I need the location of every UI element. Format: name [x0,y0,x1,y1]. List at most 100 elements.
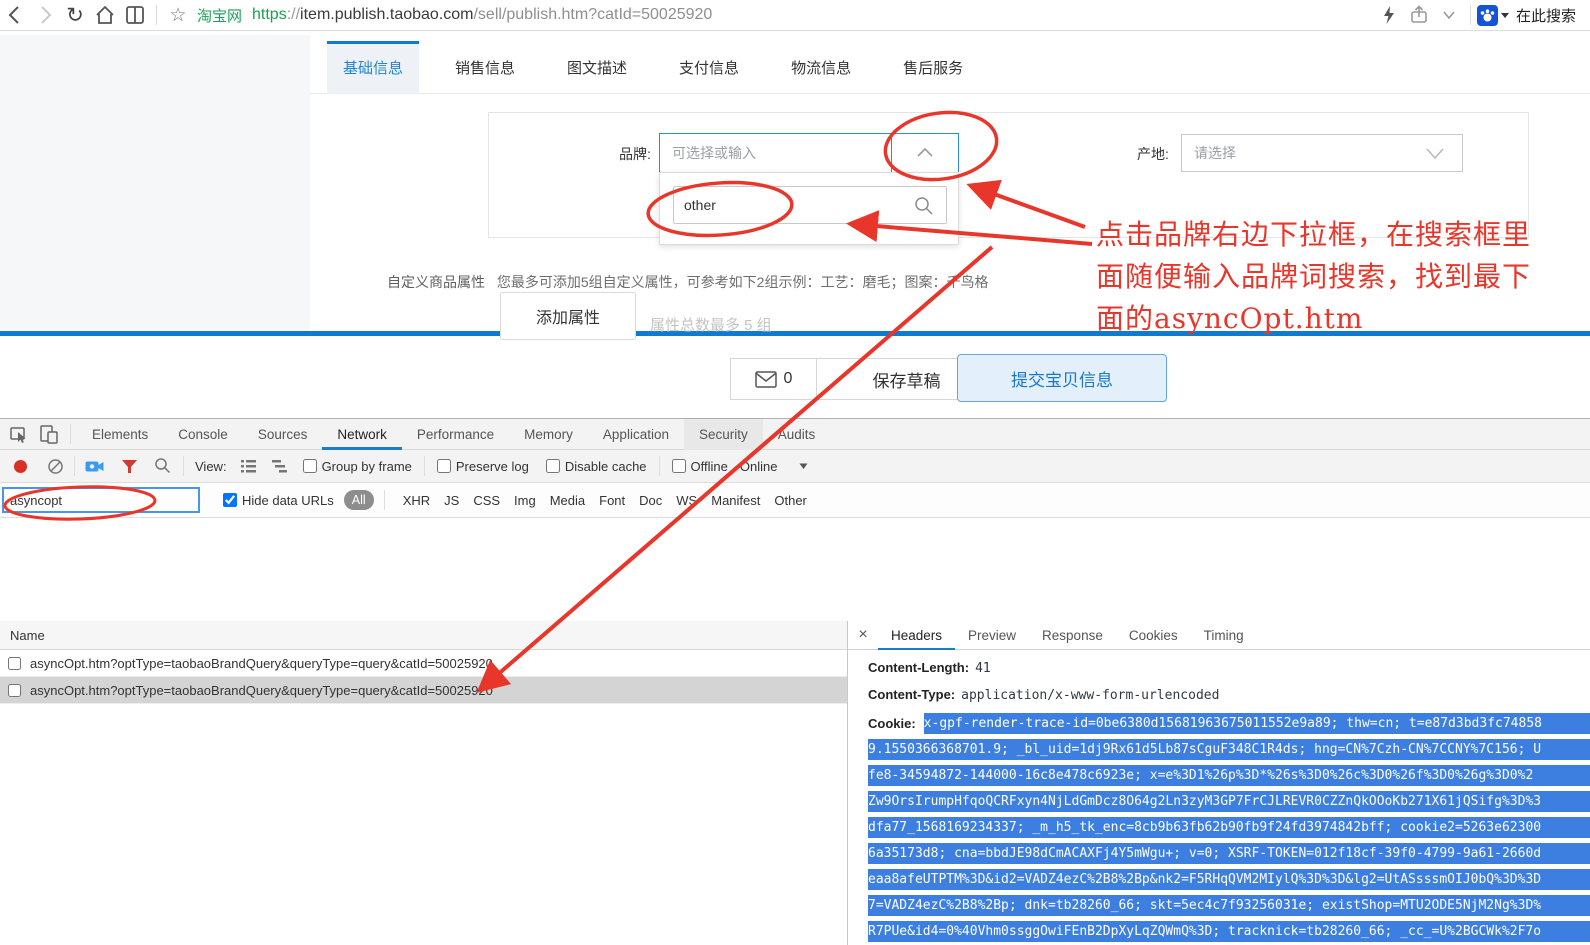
devtools-tab-console[interactable]: Console [163,419,243,450]
search-engine-dropdown-icon[interactable] [1500,10,1510,20]
group-by-frame-checkbox[interactable] [303,459,317,473]
message-count-button[interactable]: 0 [731,359,816,399]
hide-data-urls-checkbox[interactable] [223,493,237,507]
record-icon[interactable] [14,460,27,473]
request-checkbox[interactable] [8,684,21,697]
bookmark-star-icon[interactable]: ☆ [163,1,193,29]
devtools-panel: Elements Console Sources Network Perform… [0,418,1590,945]
column-label: Name [10,628,45,643]
devtools-tab-sources[interactable]: Sources [243,419,323,450]
back-chevron-icon [5,4,25,26]
network-request-row-selected[interactable]: asyncOpt.htm?optType=taobaoBrandQuery&qu… [0,677,847,704]
request-checkbox[interactable] [8,657,21,670]
tab-label: Memory [524,427,573,442]
devtools-tab-application[interactable]: Application [588,419,684,450]
offline-checkbox[interactable] [672,459,686,473]
brand-dropdown-button[interactable] [891,134,958,172]
tab-after-sales[interactable]: 售后服务 [887,41,979,94]
tab-label: Cookies [1129,628,1178,643]
filter-font[interactable]: Font [599,493,625,508]
clear-icon[interactable] [47,458,64,475]
filter-media[interactable]: Media [550,493,585,508]
devtools-tab-performance[interactable]: Performance [402,419,509,450]
network-request-row[interactable]: asyncOpt.htm?optType=taobaoBrandQuery&qu… [0,650,847,677]
search-here-label[interactable]: 在此搜索 [1516,5,1576,26]
custom-attr-label: 自定义商品属性 [387,274,485,290]
network-filter-input[interactable] [2,487,200,513]
detail-tab-cookies[interactable]: Cookies [1116,621,1191,650]
devtools-tab-memory[interactable]: Memory [509,419,588,450]
filter-ws[interactable]: WS [676,493,697,508]
filter-manifest[interactable]: Manifest [711,493,760,508]
view-waterfall-icon[interactable] [271,458,288,474]
filter-other[interactable]: Other [774,493,807,508]
search-engine-paw-icon[interactable] [1477,5,1498,26]
devtools-tab-network[interactable]: Network [322,419,402,450]
refresh-icon[interactable]: ↻ [60,1,90,29]
chevron-up-icon [913,142,937,164]
reading-list-icon[interactable] [120,1,150,29]
detail-tab-timing[interactable]: Timing [1191,621,1257,650]
cookie-line: fe8-34594872-144000-16c8e478c6923e; x=e%… [868,765,1590,786]
filter-doc[interactable]: Doc [639,493,662,508]
header-content-length: Content-Length:41 [868,660,991,676]
origin-select[interactable]: 请选择 [1181,134,1463,172]
header-content-type: Content-Type:application/x-www-form-urle… [868,687,1219,703]
throttling-select[interactable]: Online [740,459,778,474]
cookie-line: dfa77_1568169234337; _m_h5_tk_enc=8cb9b6… [868,817,1590,838]
preserve-log-checkbox[interactable] [437,459,451,473]
disable-cache-checkbox[interactable] [546,459,560,473]
home-icon[interactable] [90,1,120,29]
site-name-label[interactable]: 淘宝网 [197,5,242,26]
search-icon [914,196,934,216]
url-bar[interactable]: https://item.publish.taobao.com/sell/pub… [252,6,712,24]
tab-payment-info[interactable]: 支付信息 [663,41,755,94]
filter-funnel-icon[interactable] [121,459,138,474]
tab-logistics-info[interactable]: 物流信息 [775,41,867,94]
toolbar-divider [183,456,184,476]
back-icon[interactable] [0,1,30,29]
share-icon[interactable] [1404,1,1434,29]
filter-css[interactable]: CSS [473,493,500,508]
header-label: Content-Type: [868,687,955,702]
tab-sales-info[interactable]: 销售信息 [439,41,531,94]
filter-all[interactable]: All [344,490,374,510]
header-cookie: Cookie: x-gpf-render-trace-id=0be6380d15… [868,713,1590,945]
add-attribute-button[interactable]: 添加属性 [500,292,636,340]
filter-img[interactable]: Img [514,493,536,508]
filter-xhr[interactable]: XHR [403,493,430,508]
toolbar-divider [70,424,71,444]
brand-combo: 可选择或输入 [659,133,959,173]
detail-tab-response[interactable]: Response [1029,621,1116,650]
devtools-tab-elements[interactable]: Elements [77,419,163,450]
devtools-tab-audits[interactable]: Audits [763,419,831,450]
throttling-dropdown-icon[interactable] [799,462,808,470]
search-icon[interactable] [154,457,172,475]
request-detail-panel: × Headers Preview Response Cookies Timin… [848,621,1590,945]
tab-basic-info[interactable]: 基础信息 [327,41,419,94]
request-name: asyncOpt.htm?optType=taobaoBrandQuery&qu… [30,683,493,698]
tab-label: Timing [1204,628,1244,643]
detail-tab-preview[interactable]: Preview [955,621,1029,650]
device-toolbar-icon[interactable] [34,420,64,448]
brand-search-input[interactable]: other [673,186,947,224]
name-column-header[interactable]: Name [0,621,847,650]
devtools-tab-security[interactable]: Security [684,419,763,450]
toolbar-chevron-down-icon[interactable] [1434,1,1464,29]
tab-label: Sources [258,427,308,442]
header-value: 41 [975,661,991,676]
submit-item-button[interactable]: 提交宝贝信息 [957,354,1167,402]
filmstrip-camera-icon[interactable] [85,459,104,474]
filter-js[interactable]: JS [444,493,459,508]
brand-input[interactable]: 可选择或输入 [660,134,891,172]
detail-tab-headers[interactable]: Headers [878,621,955,650]
toolbar-divider [1470,5,1471,25]
inspect-element-icon[interactable] [4,420,34,448]
close-icon[interactable]: × [848,626,878,644]
tab-label: 图文描述 [567,57,627,78]
extensions-lightning-icon[interactable] [1374,1,1404,29]
view-list-icon[interactable] [240,458,257,474]
tab-description[interactable]: 图文描述 [551,41,643,94]
annotation-line: 面随便输入品牌词搜索，找到最下 [1096,256,1590,298]
forward-icon[interactable] [30,1,60,29]
